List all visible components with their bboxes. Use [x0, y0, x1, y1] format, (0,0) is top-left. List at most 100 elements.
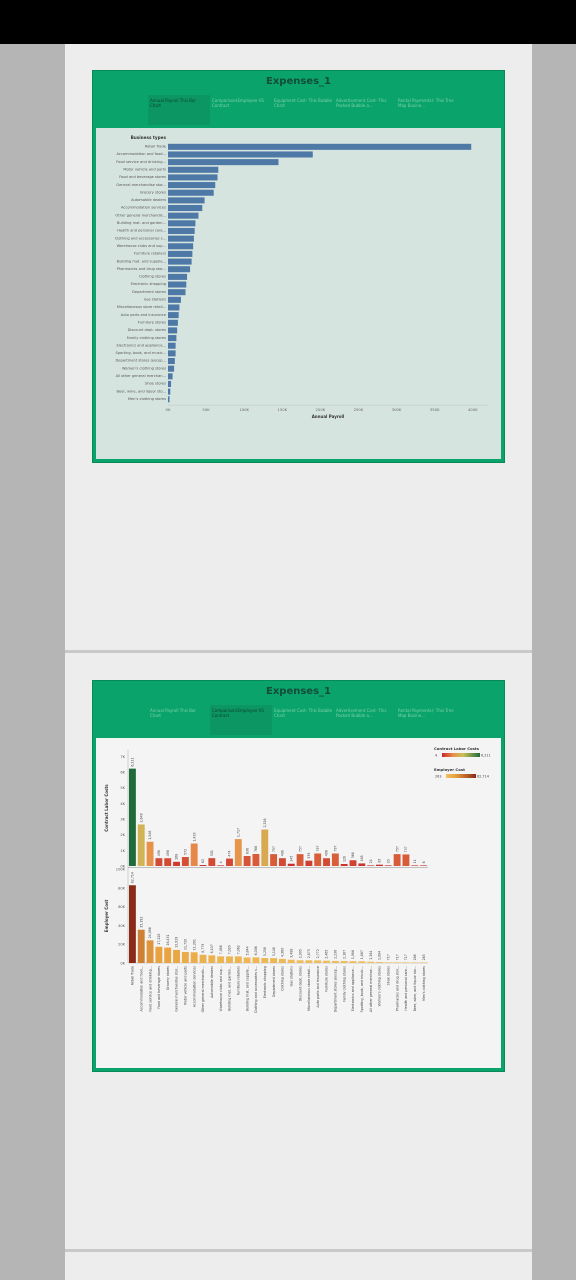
bar-employer-cost	[190, 952, 198, 963]
bar-employer-cost	[181, 951, 189, 963]
tab-rental-payments[interactable]: Rental Payments(- This Tree Map Busine..…	[396, 705, 458, 735]
bar	[168, 166, 219, 173]
x-tick-label: 100K	[239, 407, 249, 412]
category-label: Food service and drinking...	[148, 966, 152, 1012]
category-label: Auto parts and insurance	[316, 966, 320, 1008]
bar	[168, 273, 188, 280]
dashboard-annual-payroll: Expenses_1 Annual Payroll This Bar Chart…	[92, 70, 505, 463]
x-tick-label: 200K	[316, 407, 326, 412]
tab-advertisement-cost[interactable]: Advertisement Cost- This Packed Bubble a…	[334, 705, 396, 735]
bar-employer-cost	[146, 940, 154, 963]
data-label: 5,148	[272, 947, 276, 956]
bar	[168, 220, 196, 227]
data-label: 717	[395, 954, 399, 960]
dashboard-tabs: Annual Payroll This Bar Chart Comparison…	[148, 95, 454, 125]
tab-equipment-cost[interactable]: Equipment Cost- This Bubble Chart	[272, 95, 334, 125]
x-tick-label: 400K	[468, 407, 478, 412]
data-label: 24	[369, 859, 373, 863]
row-header: Business types	[131, 135, 167, 140]
data-label: 82,714	[131, 872, 135, 883]
bar-contract-labor	[278, 858, 286, 866]
data-label: 717	[404, 954, 408, 960]
bar	[168, 151, 313, 158]
category-label: Health and personal care...	[404, 966, 408, 1011]
data-label: 757	[298, 846, 302, 852]
tab-equipment-cost[interactable]: Equipment Cost- This Bubble Chart	[272, 705, 334, 735]
bar	[168, 327, 178, 334]
bar	[168, 396, 170, 403]
data-label: 11,720	[184, 939, 188, 950]
data-label: 11,391	[192, 939, 196, 950]
bar-employer-cost	[155, 946, 163, 963]
bar	[168, 227, 195, 234]
tab-annual-payroll[interactable]: Annual Payroll This Bar Chart	[148, 95, 210, 125]
bar-contract-labor	[340, 863, 348, 866]
category-label: Department stores	[272, 966, 276, 997]
tab-comparison[interactable]: Comparison(Employee VS Contract	[210, 95, 272, 125]
data-label: 268	[175, 854, 179, 860]
bar-contract-labor	[331, 853, 339, 866]
bar	[168, 243, 194, 250]
bar-contract-labor	[402, 854, 410, 866]
category-label: Beer, wine, and liquor sto...	[413, 966, 417, 1011]
bar-contract-labor	[384, 865, 392, 866]
category-label: Sporting, book, and music...	[116, 351, 167, 355]
category-label: Food and beverage stores	[157, 966, 161, 1009]
bar-employer-cost	[208, 955, 216, 963]
bar	[168, 281, 187, 288]
category-label: Motor vehicle and parts	[123, 167, 166, 171]
comparison-chart: 7K 6K 5K 4K 3K 2K 1K 0K Contract Labor Costs 100K…	[104, 746, 491, 1013]
bar-employer-cost	[173, 949, 180, 963]
tab-comparison[interactable]: Comparison(Employee VS Contract	[210, 705, 272, 735]
bar	[168, 296, 181, 303]
bar-contract-labor	[393, 854, 401, 866]
bar-contract-labor	[358, 863, 366, 866]
bar	[168, 197, 205, 204]
tab-annual-payroll[interactable]: Annual Payroll This Bar Chart	[148, 705, 210, 735]
data-label: 501	[210, 850, 214, 856]
category-label: General merchandise stor...	[175, 966, 179, 1012]
bar-contract-labor	[376, 864, 383, 866]
bar	[168, 373, 173, 380]
data-label: 757	[395, 846, 399, 852]
bar-employer-cost	[358, 961, 366, 963]
tab-rental-payments[interactable]: Rental Payments(- This Tree Map Busine..…	[396, 95, 458, 125]
y-tick-label: 40K	[118, 924, 126, 928]
bar-employer-cost	[376, 961, 383, 963]
category-label: Food service and drinking...	[116, 160, 166, 164]
data-label: 2,649	[139, 813, 143, 822]
category-label: Miscellaneous store retail...	[117, 305, 166, 309]
category-label: All other general merchan...	[369, 966, 373, 1012]
y-tick-label: 7K	[120, 755, 125, 759]
data-label: 268	[413, 954, 417, 960]
bar	[168, 350, 176, 357]
category-label: Building mat. and garden...	[117, 221, 166, 225]
category-label: Furniture stores	[138, 320, 166, 324]
category-label: Accommodation and food...	[116, 152, 166, 156]
y-tick-label: 100K	[116, 868, 126, 872]
data-label: 16,431	[166, 934, 170, 945]
category-label: Men's clothing stores	[128, 397, 166, 401]
bar-employer-cost	[420, 962, 428, 963]
category-label: Family clothing stores	[127, 336, 166, 340]
bar-contract-labor	[128, 768, 136, 866]
category-label: Building mat. and supplie...	[117, 259, 166, 263]
data-label: 496	[325, 850, 329, 856]
data-label: 3,488	[289, 949, 293, 958]
bar-contract-labor	[252, 853, 260, 866]
bar-employer-cost	[349, 961, 357, 963]
bar-employer-cost	[314, 960, 322, 963]
bar-contract-labor	[208, 858, 216, 866]
data-label: 4	[219, 861, 223, 863]
category-label: Pharmacies and drug stor...	[117, 267, 166, 271]
bar-contract-labor	[270, 854, 278, 866]
bar-contract-labor	[261, 829, 269, 866]
data-label: 339	[307, 853, 311, 859]
data-label: 1,084	[378, 951, 382, 960]
data-label: 1,384	[369, 951, 373, 960]
x-tick-label: 250K	[354, 407, 364, 412]
data-label: 496	[166, 850, 170, 856]
tab-advertisement-cost[interactable]: Advertisement Cost- This Packed Bubble a…	[334, 95, 396, 125]
category-label: All other general merchan...	[116, 374, 166, 378]
legend-title: Contract Labor Costs	[434, 746, 480, 751]
